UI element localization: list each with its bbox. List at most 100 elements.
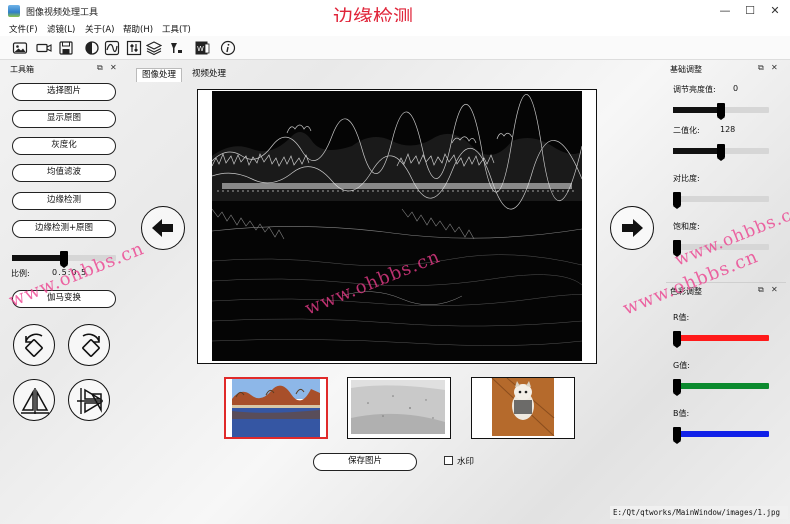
filter-toolbar-button[interactable] xyxy=(168,40,184,56)
open-video-button[interactable] xyxy=(36,40,52,56)
brightness-slider-thumb[interactable] xyxy=(717,103,725,120)
g-value-label: G值: xyxy=(673,361,690,370)
binarize-slider-fill xyxy=(673,148,721,154)
window-title: 图像视频处理工具 xyxy=(26,8,99,18)
arrow-right-icon xyxy=(622,219,643,237)
select-image-button[interactable]: 选择图片 xyxy=(12,83,116,101)
title-bar: 图像视频处理工具 边缘检测 — ☐ ✕ xyxy=(0,0,790,29)
tab-video-processing[interactable]: 视频处理 xyxy=(187,68,231,82)
r-slider-thumb[interactable] xyxy=(673,331,681,348)
svg-text:W: W xyxy=(197,45,204,53)
maximize-button[interactable]: ☐ xyxy=(737,3,763,19)
menu-help[interactable]: 帮助(H) xyxy=(123,23,153,35)
ratio-slider-thumb[interactable] xyxy=(60,251,68,268)
menu-bar: 文件(F) 滤镜(L) 关于(A) 帮助(H) 工具(T) xyxy=(0,22,790,36)
thumbnail-1[interactable] xyxy=(224,377,328,439)
saturation-label: 饱和度: xyxy=(673,222,700,231)
b-slider[interactable] xyxy=(673,427,769,444)
tab-image-processing[interactable]: 图像处理 xyxy=(136,68,183,82)
contrast-toolbar-button[interactable] xyxy=(84,40,100,56)
binarize-label: 二值化: xyxy=(673,126,700,135)
contrast-slider-thumb[interactable] xyxy=(673,192,681,209)
edge-detect-button[interactable]: 边缘检测 xyxy=(12,192,116,210)
basic-adjust-title: 基础调整 xyxy=(670,65,702,74)
brightness-slider-fill xyxy=(673,107,721,113)
brightness-label: 调节亮度值: xyxy=(673,85,716,94)
edge-detect-original-button[interactable]: 边缘检测+原图 xyxy=(12,220,116,238)
close-button[interactable]: ✕ xyxy=(762,3,788,19)
thumbnail-2-image xyxy=(348,378,448,436)
rotate-right-icon xyxy=(82,333,100,357)
binarize-value: 128 xyxy=(720,125,736,134)
next-image-button[interactable] xyxy=(610,206,654,250)
basic-adjust-close-button[interactable]: ✕ xyxy=(771,63,778,72)
watermark-checkbox[interactable] xyxy=(444,456,453,465)
video-icon xyxy=(36,43,52,53)
g-slider-thumb[interactable] xyxy=(673,379,681,396)
rotate-left-icon xyxy=(25,333,43,357)
menu-tools[interactable]: 工具(T) xyxy=(162,23,191,35)
curve-icon xyxy=(104,40,120,56)
b-slider-thumb[interactable] xyxy=(673,427,681,444)
flip-horizontal-button[interactable] xyxy=(13,379,55,421)
thumbnail-3[interactable] xyxy=(471,377,575,439)
contrast-label: 对比度: xyxy=(673,174,700,183)
basic-adjust-float-button[interactable]: ⧉ xyxy=(758,63,764,73)
status-path: E:/Qt/qtworks/MainWindow/images/1.jpg xyxy=(610,506,788,519)
curve-toolbar-button[interactable] xyxy=(104,40,120,56)
mean-filter-button[interactable]: 均值滤波 xyxy=(12,164,116,182)
grayscale-button[interactable]: 灰度化 xyxy=(12,137,116,155)
ratio-slider-fill xyxy=(12,255,64,261)
r-value-label: R值: xyxy=(673,313,690,322)
rotate-right-button[interactable] xyxy=(68,324,110,366)
ratio-label: 比例: xyxy=(11,269,30,278)
thumbnail-3-image xyxy=(472,378,572,436)
binarize-slider-thumb[interactable] xyxy=(717,144,725,161)
menu-about[interactable]: 关于(A) xyxy=(85,23,114,35)
flip-vertical-button[interactable] xyxy=(68,379,110,421)
open-image-button[interactable] xyxy=(12,40,28,56)
info-icon xyxy=(220,40,236,56)
filter-icon xyxy=(171,43,182,53)
thumbnail-2[interactable] xyxy=(347,377,451,439)
main-image-frame xyxy=(197,89,597,364)
flip-vertical-icon xyxy=(77,388,103,414)
color-adjust-close-button[interactable]: ✕ xyxy=(771,285,778,294)
rotate-left-button[interactable] xyxy=(13,324,55,366)
info-toolbar-button[interactable] xyxy=(220,40,236,56)
contrast-slider[interactable] xyxy=(673,192,769,209)
image-icon xyxy=(12,42,28,54)
save-icon xyxy=(59,41,73,55)
b-value-label: B值: xyxy=(673,409,690,418)
adjust-toolbar-button[interactable] xyxy=(126,40,142,56)
binarize-slider[interactable] xyxy=(673,144,769,161)
save-toolbar-button[interactable] xyxy=(58,40,74,56)
thumbnail-1-image xyxy=(226,379,326,437)
toolbox-close-button[interactable]: ✕ xyxy=(110,63,117,72)
previous-image-button[interactable] xyxy=(141,206,185,250)
show-original-button[interactable]: 显示原图 xyxy=(12,110,116,128)
menu-file[interactable]: 文件(F) xyxy=(9,23,38,35)
minimize-button[interactable]: — xyxy=(712,3,738,19)
g-slider[interactable] xyxy=(673,379,769,396)
layers-icon xyxy=(146,41,162,56)
edge-detection-preview-image xyxy=(212,91,582,361)
arrow-left-icon xyxy=(152,219,173,237)
layers-toolbar-button[interactable] xyxy=(146,40,162,56)
toolbox-float-button[interactable]: ⧉ xyxy=(97,63,103,73)
menu-filter[interactable]: 滤镜(L) xyxy=(47,23,75,35)
contrast-icon xyxy=(85,41,99,55)
brightness-value: 0 xyxy=(733,84,739,93)
text-toolbar-button[interactable]: W xyxy=(194,40,210,56)
save-image-button[interactable]: 保存图片 xyxy=(313,453,417,471)
toolbar: W xyxy=(0,36,790,60)
app-icon xyxy=(8,5,20,17)
brightness-slider[interactable] xyxy=(673,103,769,120)
toolbox-title: 工具箱 xyxy=(10,65,34,74)
text-icon: W xyxy=(195,41,210,55)
watermark-checkbox-label: 水印 xyxy=(457,457,475,467)
flip-horizontal-icon xyxy=(21,388,49,414)
adjust-icon xyxy=(126,40,142,56)
color-adjust-float-button[interactable]: ⧉ xyxy=(758,285,764,295)
r-slider[interactable] xyxy=(673,331,769,348)
